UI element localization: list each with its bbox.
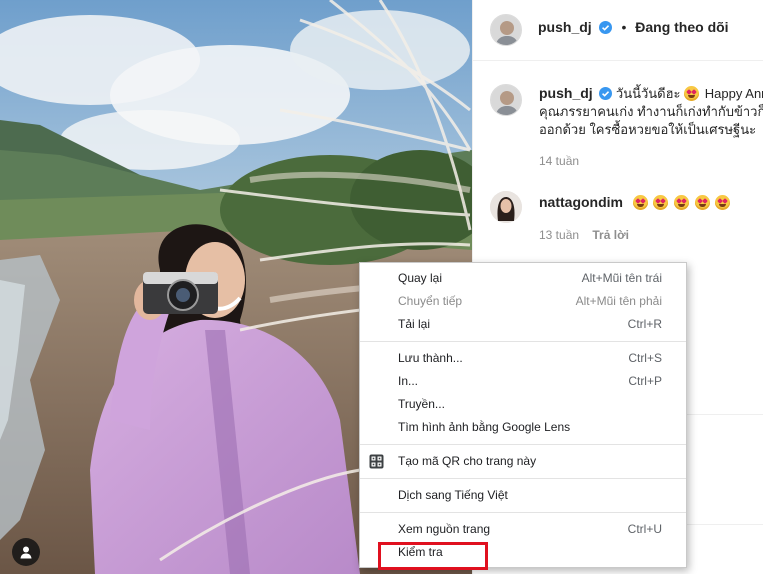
menu-item-label: Lưu thành... — [398, 351, 463, 365]
comment-time[interactable]: 13 tuần — [539, 228, 579, 242]
author-username[interactable]: push_dj — [538, 19, 592, 35]
author-avatar[interactable] — [490, 14, 522, 46]
caption-username[interactable]: push_dj — [539, 85, 593, 101]
menu-item-forward[interactable]: Chuyển tiếp Alt+Mũi tên phải — [360, 290, 686, 313]
menu-item-label: Xem nguồn trang — [398, 522, 491, 536]
comment-emojis — [632, 195, 733, 210]
separator-dot: • — [621, 19, 627, 35]
heart-eyes-emoji-icon — [694, 195, 710, 210]
heart-eyes-emoji-icon — [684, 86, 700, 101]
comment-username[interactable]: nattagondim — [539, 194, 623, 210]
menu-separator — [360, 341, 686, 342]
menu-item-inspect[interactable]: Kiểm tra — [360, 541, 686, 564]
commenter-avatar[interactable] — [490, 191, 522, 223]
menu-item-google-lens[interactable]: Tìm hình ảnh bằng Google Lens — [360, 416, 686, 439]
caption-text: push_dj วันนี้วันดีฮะ Happy Ann คุณภรรยา… — [539, 84, 763, 139]
menu-item-print[interactable]: In... Ctrl+P — [360, 370, 686, 393]
heart-eyes-emoji-icon — [632, 195, 648, 210]
heart-eyes-emoji-icon — [715, 195, 731, 210]
menu-item-label: Chuyển tiếp — [398, 294, 463, 308]
menu-item-label: Tạo mã QR cho trang này — [398, 454, 537, 468]
following-button[interactable]: Đang theo dõi — [635, 19, 728, 35]
comment-item: nattagondim 13 tuần Trả lời — [473, 188, 763, 248]
post-header: push_dj • Đang theo dõi — [473, 0, 763, 61]
menu-separator — [360, 444, 686, 445]
menu-item-shortcut: Ctrl+R — [627, 317, 662, 331]
avatar-image — [490, 191, 522, 223]
menu-item-label: Tìm hình ảnh bằng Google Lens — [398, 420, 571, 434]
menu-item-label: Tải lại — [398, 317, 431, 331]
caption-line3: ออกด้วย ใครซื้อหวยขอให้เป็นเศรษฐีนะ — [539, 122, 757, 137]
tagged-users-button[interactable] — [12, 538, 40, 566]
menu-item-label: In... — [398, 374, 419, 388]
menu-item-save-as[interactable]: Lưu thành... Ctrl+S — [360, 347, 686, 370]
menu-item-reload[interactable]: Tải lại Ctrl+R — [360, 313, 686, 336]
caption-avatar[interactable] — [490, 84, 522, 116]
user-icon — [20, 546, 32, 559]
menu-item-cast[interactable]: Truyền... — [360, 393, 686, 416]
caption-line1-suffix: Happy Ann — [704, 86, 763, 101]
menu-item-create-qr[interactable]: Tạo mã QR cho trang này — [360, 450, 686, 473]
verified-badge-icon — [599, 87, 613, 100]
menu-item-shortcut: Ctrl+S — [628, 351, 662, 365]
avatar-image — [491, 85, 521, 115]
menu-item-shortcut: Ctrl+P — [628, 374, 662, 388]
comment-meta: 13 tuần Trả lời — [539, 228, 629, 242]
heart-eyes-emoji-icon — [653, 195, 669, 210]
menu-item-label: Truyền... — [398, 397, 445, 411]
caption-time[interactable]: 14 tuần — [539, 154, 579, 168]
menu-item-view-source[interactable]: Xem nguồn trang Ctrl+U — [360, 518, 686, 541]
instagram-post-view: push_dj • Đang theo dõi push_dj วันนี้วั… — [0, 0, 763, 574]
menu-item-shortcut: Alt+Mũi tên trái — [581, 271, 662, 285]
heart-eyes-emoji-icon — [673, 195, 689, 210]
reply-button[interactable]: Trả lời — [592, 228, 629, 242]
caption-line2: คุณภรรยาคนเก่ง ทำงานก็เก่งทำกับข้าวก็ — [539, 104, 763, 119]
header-line: push_dj • Đang theo dõi — [538, 19, 729, 35]
menu-item-label: Dịch sang Tiếng Việt — [398, 488, 508, 502]
caption-line1: วันนี้วันดีฮะ — [615, 86, 681, 101]
menu-item-shortcut: Ctrl+U — [627, 522, 662, 536]
menu-item-back[interactable]: Quay lại Alt+Mũi tên trái — [360, 267, 686, 290]
menu-item-label: Kiểm tra — [398, 545, 443, 559]
verified-badge-icon — [598, 21, 612, 34]
avatar-image — [491, 15, 521, 45]
menu-item-shortcut: Alt+Mũi tên phải — [575, 294, 662, 308]
browser-context-menu: Quay lại Alt+Mũi tên trái Chuyển tiếp Al… — [359, 262, 687, 568]
menu-separator — [360, 478, 686, 479]
comment-body: nattagondim — [539, 194, 732, 210]
qr-code-icon — [369, 454, 384, 469]
menu-item-label: Quay lại — [398, 271, 443, 285]
menu-separator — [360, 512, 686, 513]
menu-item-translate[interactable]: Dịch sang Tiếng Việt — [360, 484, 686, 507]
